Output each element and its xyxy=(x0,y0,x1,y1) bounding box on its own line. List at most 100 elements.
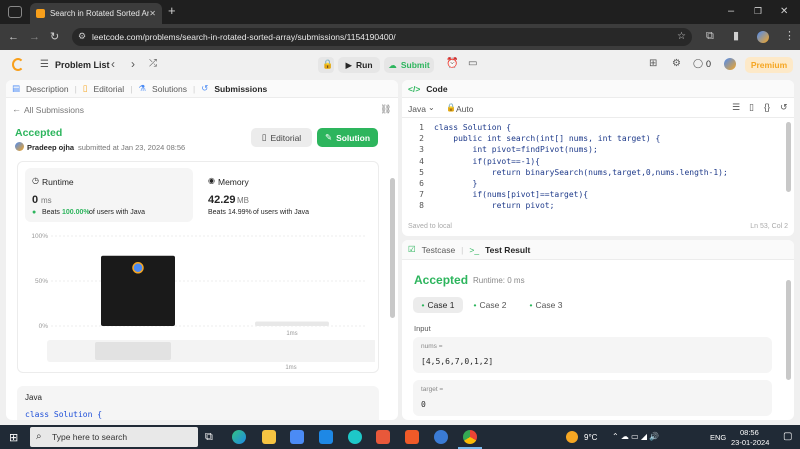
cloud-upload-icon: ☁ xyxy=(388,59,397,70)
debug-button[interactable]: 🔒 xyxy=(318,57,334,73)
submit-button[interactable]: ☁ Submit xyxy=(384,57,434,73)
runtime-card[interactable]: ◷ Runtime 0 ms ● Beats 100.00% of users … xyxy=(25,168,193,222)
cursor-position: Ln 53, Col 2 xyxy=(750,223,788,230)
share-link-icon[interactable]: ⛓ xyxy=(380,104,391,115)
tab-editorial[interactable]: Editorial xyxy=(93,84,124,94)
auto-mode-label[interactable]: Auto xyxy=(456,104,474,114)
clock-time[interactable]: 08:56 xyxy=(740,428,759,437)
app-icon[interactable] xyxy=(434,430,448,444)
case-tab-1[interactable]: • Case 1 xyxy=(413,297,463,313)
edge-icon[interactable] xyxy=(232,430,246,444)
file-explorer-icon[interactable] xyxy=(262,430,276,444)
tab-testcase[interactable]: Testcase xyxy=(422,245,456,255)
chart-bar[interactable] xyxy=(255,321,329,327)
clock-date[interactable]: 23-01-2024 xyxy=(731,438,769,447)
case-dot-icon: • xyxy=(473,300,477,310)
task-view-icon[interactable]: ⧉ xyxy=(205,431,213,444)
leetcode-logo[interactable] xyxy=(12,58,24,71)
code-editor[interactable]: 1 class Solution { 2 public int search(in… xyxy=(402,122,794,214)
site-info-icon[interactable]: ⚙ xyxy=(78,31,86,42)
result-tabs: ☑ Testcase | >_ Test Result xyxy=(402,240,794,260)
weather-icon xyxy=(566,431,578,443)
user-avatar[interactable] xyxy=(724,58,736,70)
editor-scrollbar[interactable] xyxy=(786,122,791,192)
result-runtime: Runtime: 0 ms xyxy=(473,276,525,285)
tab-test-result[interactable]: Test Result xyxy=(485,245,530,255)
notification-icon[interactable]: ▢ xyxy=(783,431,792,442)
timer-icon[interactable]: ⏰ xyxy=(446,58,458,69)
case-label: Case 3 xyxy=(535,300,563,310)
tab-close-icon[interactable]: ✕ xyxy=(149,9,156,18)
problem-list-link[interactable]: Problem List xyxy=(55,60,110,70)
url-input[interactable]: ⚙ leetcode.com/problems/search-in-rotate… xyxy=(72,28,692,46)
shuffle-icon[interactable]: ⤮ xyxy=(149,58,157,69)
browser-tab[interactable]: Search in Rotated Sorted Array ✕ xyxy=(30,3,162,24)
windows-taskbar: ⊞ ⌕ Type here to search ⧉ 9°C ⌃ ☁ ▭ ◢ 🔊 … xyxy=(0,425,800,449)
sidepanel-icon[interactable]: ▮ xyxy=(733,31,739,42)
prev-problem-icon[interactable]: ‹ xyxy=(111,57,115,71)
run-button[interactable]: ▶ Run xyxy=(338,57,380,73)
tab-search-icon[interactable] xyxy=(8,6,22,18)
weather-temp[interactable]: 9°C xyxy=(584,433,597,442)
profile-avatar[interactable] xyxy=(757,31,769,43)
opera-icon[interactable] xyxy=(348,430,362,444)
case-tab-2[interactable]: • Case 2 xyxy=(470,297,510,313)
case-dot-icon: • xyxy=(421,300,425,310)
bookmark-star-icon[interactable]: ☆ xyxy=(677,31,686,42)
reset-icon[interactable]: ↺ xyxy=(780,102,788,113)
settings-icon[interactable]: ⚙ xyxy=(672,58,681,69)
all-submissions-link[interactable]: All Submissions xyxy=(24,105,84,115)
submission-status: Accepted xyxy=(15,127,63,139)
format-icon[interactable]: ☰ xyxy=(732,102,740,113)
back-arrow-icon[interactable]: ← xyxy=(12,104,21,114)
lock-icon: 🔒 xyxy=(322,59,334,69)
window-close-icon[interactable]: ✕ xyxy=(780,6,788,17)
menu-icon[interactable]: ⋮ xyxy=(784,31,795,42)
extensions-icon[interactable]: ⧉ xyxy=(706,31,714,42)
store-icon[interactable] xyxy=(290,430,304,444)
restore-icon[interactable]: ❐ xyxy=(754,6,762,17)
result-scrollbar[interactable] xyxy=(786,280,791,380)
author-name[interactable]: Pradeep ojha xyxy=(27,143,74,152)
bookmark-icon[interactable]: ▯ xyxy=(749,102,754,113)
notes-icon[interactable]: ▭ xyxy=(468,58,477,69)
mail-icon[interactable] xyxy=(319,430,333,444)
brave-icon[interactable] xyxy=(405,430,419,444)
chart-range-thumb[interactable] xyxy=(95,342,171,360)
chrome-icon[interactable] xyxy=(463,430,477,444)
edit-icon: ✎ xyxy=(324,132,333,142)
play-icon: ▶ xyxy=(345,59,352,70)
solutions-icon: ⚗ xyxy=(138,83,147,93)
solution-button[interactable]: ✎ Solution xyxy=(317,128,378,147)
code-line-text: public int search(int[] nums, int target… xyxy=(434,134,661,144)
layout-icon[interactable]: ⊞ xyxy=(649,58,657,69)
back-icon[interactable]: ← xyxy=(8,32,19,43)
input-language[interactable]: ENG xyxy=(710,433,726,442)
minimize-icon[interactable]: – xyxy=(728,6,734,17)
tab-solutions[interactable]: Solutions xyxy=(152,84,187,94)
editorial-button[interactable]: ▯ Editorial xyxy=(251,128,312,147)
windows-start-icon[interactable]: ⊞ xyxy=(9,431,18,444)
url-text: leetcode.com/problems/search-in-rotated-… xyxy=(92,32,396,42)
memory-unit: MB xyxy=(237,196,249,205)
tab-submissions[interactable]: Submissions xyxy=(214,84,267,94)
taskbar-search-input[interactable]: ⌕ Type here to search xyxy=(30,427,198,447)
next-problem-icon[interactable]: › xyxy=(131,57,135,71)
language-select[interactable]: Java xyxy=(408,104,426,114)
editor-toolbar: Java ⌄ 🔒 Auto ☰ ▯ {} ↺ xyxy=(402,98,794,118)
tray-icons[interactable]: ⌃ ☁ ▭ ◢ 🔊 xyxy=(612,432,659,441)
pdf-icon[interactable] xyxy=(376,430,390,444)
braces-icon[interactable]: {} xyxy=(764,102,770,112)
case-tab-3[interactable]: • Case 3 xyxy=(526,297,566,313)
runtime-label: Runtime xyxy=(42,177,74,187)
tab-description[interactable]: Description xyxy=(26,84,69,94)
lock-mode-icon: 🔒 xyxy=(446,103,456,112)
premium-button[interactable]: Premium xyxy=(745,57,793,73)
new-tab-icon[interactable]: + xyxy=(168,4,176,17)
forward-icon[interactable]: → xyxy=(29,32,40,43)
memory-card[interactable]: ◉ Memory 42.29 MB Beats 14.99% of users … xyxy=(201,168,371,222)
search-icon: ⌕ xyxy=(36,431,42,442)
left-scrollbar[interactable] xyxy=(390,178,395,318)
reload-icon[interactable]: ↻ xyxy=(50,32,59,43)
code-line-text: if(nums[pivot]==target){ xyxy=(434,190,589,200)
